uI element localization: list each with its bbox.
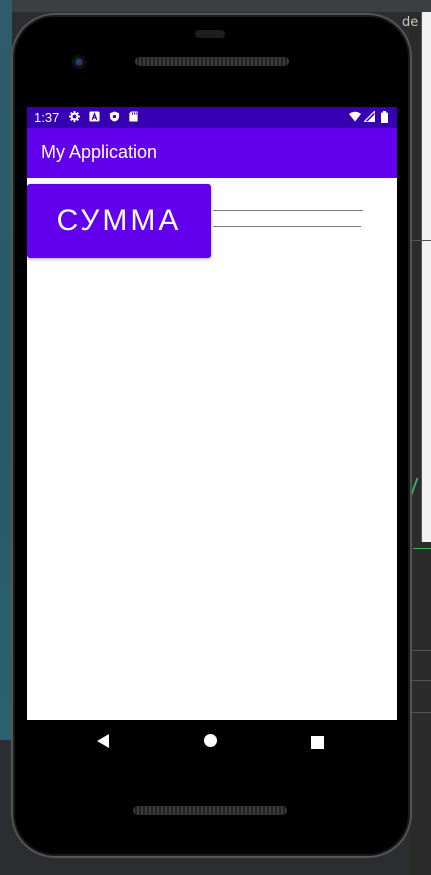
ide-divider bbox=[410, 680, 431, 681]
a-icon bbox=[89, 111, 100, 122]
recents-icon[interactable] bbox=[311, 734, 324, 753]
settings-icon bbox=[69, 111, 80, 122]
app-bar: My Application bbox=[27, 128, 397, 178]
device-screen: 1:37 My Application СУММА bbox=[27, 107, 397, 720]
ide-top-bar bbox=[0, 0, 431, 12]
ide-divider bbox=[410, 650, 431, 651]
signal-icon bbox=[362, 109, 376, 123]
bottom-speaker bbox=[133, 806, 287, 815]
phone-top-slot bbox=[195, 30, 225, 38]
sd-card-icon bbox=[128, 111, 139, 122]
battery-icon bbox=[381, 111, 392, 123]
front-camera bbox=[72, 55, 86, 69]
ide-graph-baseline bbox=[413, 548, 431, 549]
status-bar: 1:37 bbox=[27, 107, 397, 128]
second-number-field[interactable] bbox=[213, 212, 361, 227]
first-number-field[interactable] bbox=[213, 196, 363, 211]
shield-icon bbox=[109, 111, 120, 122]
sum-button[interactable]: СУММА bbox=[27, 184, 211, 258]
app-title: My Application bbox=[41, 142, 158, 162]
ide-divider bbox=[410, 240, 431, 241]
home-icon[interactable] bbox=[203, 733, 218, 752]
back-icon[interactable] bbox=[96, 733, 110, 753]
ide-divider bbox=[410, 712, 431, 713]
status-time: 1:37 bbox=[34, 110, 60, 125]
wifi-icon bbox=[349, 111, 361, 122]
ide-label: de bbox=[402, 15, 419, 30]
earpiece-speaker bbox=[135, 57, 289, 66]
navigation-bar bbox=[27, 720, 397, 762]
ide-preview-panel bbox=[421, 12, 431, 542]
